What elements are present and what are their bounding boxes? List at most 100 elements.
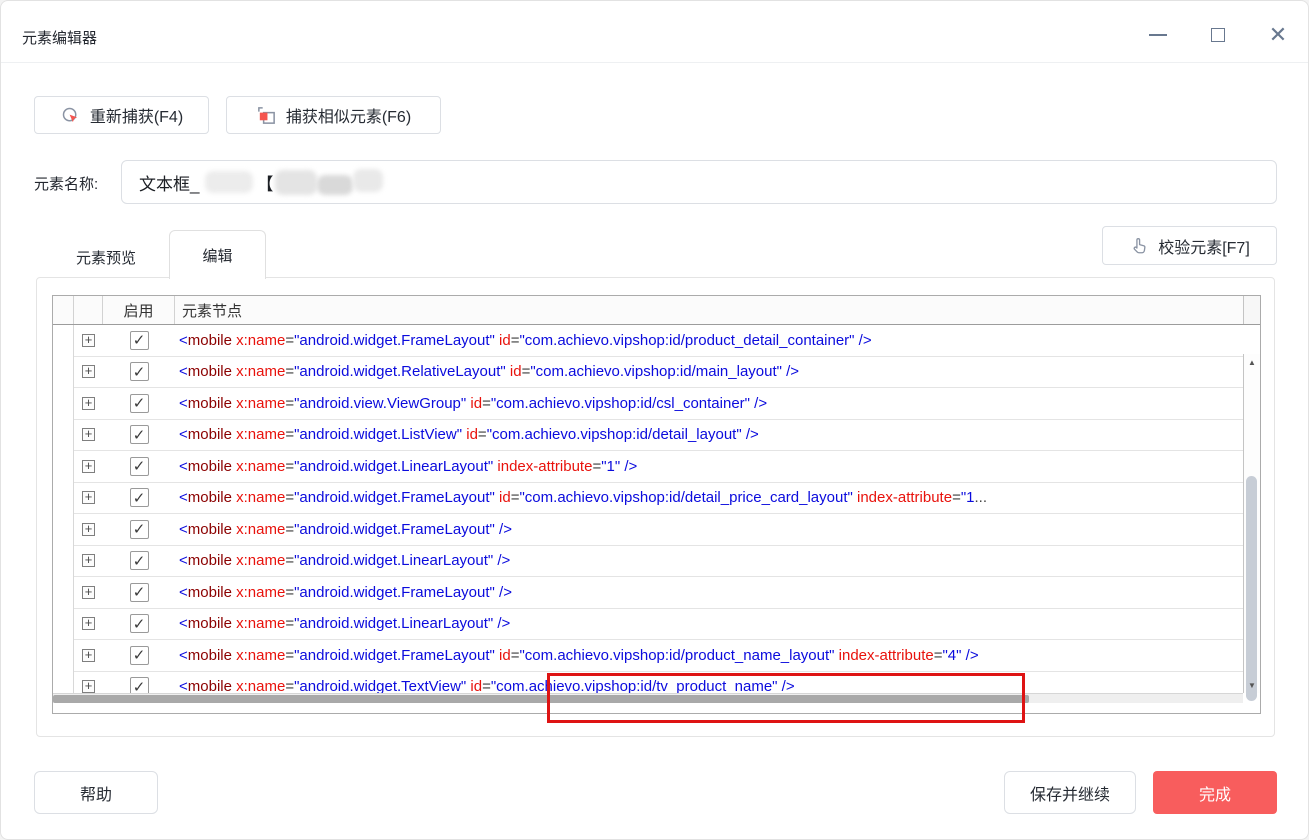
grid-body: + ✓ <mobile x:name="android.widget.FrameLa… — [53, 325, 1260, 703]
table-row[interactable]: + ✓ <mobile x:name="android.widget.FrameLa… — [74, 640, 1243, 672]
capture-similar-icon — [256, 105, 277, 126]
expand-icon[interactable]: + — [82, 585, 95, 599]
window-controls: ✕ — [1142, 19, 1294, 51]
maximize-icon — [1211, 28, 1225, 42]
titlebar: 元素编辑器 ✕ — [1, 1, 1308, 63]
element-name-bracket: 【 — [256, 174, 274, 194]
expand-cell: + — [74, 648, 103, 662]
redaction-blob — [317, 175, 354, 195]
finish-label: 完成 — [1198, 786, 1231, 804]
expand-cell: + — [74, 616, 103, 631]
row-enabled-checkbox[interactable]: ✓ — [129, 645, 149, 665]
expand-icon[interactable]: + — [82, 522, 95, 536]
expand-icon[interactable]: + — [82, 427, 95, 442]
row-enabled-checkbox[interactable]: ✓ — [129, 330, 149, 350]
expand-cell: + — [74, 333, 103, 347]
horizontal-scrollbar[interactable] — [53, 693, 1243, 703]
minimize-icon — [1149, 34, 1167, 36]
table-row[interactable]: + ✓ <mobile x:name="android.widget.LinearL… — [74, 609, 1243, 640]
expand-icon[interactable]: + — [82, 333, 95, 347]
row-enabled-checkbox[interactable]: ✓ — [129, 614, 149, 634]
element-node-text: <mobile x:name="android.widget.FrameLayo… — [179, 583, 512, 601]
enable-cell: ✓ — [103, 551, 175, 571]
element-node-text: <mobile x:name="android.widget.FrameLayo… — [179, 520, 512, 538]
row-enabled-checkbox[interactable]: ✓ — [129, 519, 149, 539]
expand-icon[interactable]: + — [82, 679, 95, 694]
expand-icon[interactable]: + — [82, 459, 95, 473]
expand-icon[interactable]: + — [82, 490, 95, 505]
grid-header-expand-col — [74, 296, 103, 324]
element-name-label: 元素名称: — [34, 176, 99, 193]
enable-cell: ✓ — [103, 582, 175, 602]
element-node-text: <mobile x:name="android.widget.LinearLay… — [179, 552, 511, 570]
redaction-blob — [205, 171, 254, 193]
hand-pointer-icon — [1129, 236, 1149, 256]
vertical-scrollbar[interactable]: ▲ ▼ — [1243, 354, 1260, 701]
scroll-down-icon[interactable]: ▼ — [1244, 681, 1260, 690]
row-enabled-checkbox[interactable]: ✓ — [129, 362, 149, 382]
expand-icon[interactable]: + — [82, 396, 95, 410]
tab-edit[interactable]: 编辑 — [169, 230, 266, 279]
element-node-grid: 启用 元素节点 + ✓ <mobile x:name="android.widget… — [52, 295, 1261, 714]
finish-button[interactable]: 完成 — [1153, 771, 1277, 814]
table-row[interactable]: + ✓ <mobile x:name="android.widget.LinearL… — [74, 451, 1243, 483]
verify-element-button[interactable]: 校验元素[F7] — [1102, 226, 1277, 265]
grid-header: 启用 元素节点 — [53, 296, 1260, 325]
expand-cell: + — [74, 679, 103, 694]
enable-cell: ✓ — [103, 393, 175, 413]
table-row[interactable]: + ✓ <mobile x:name="android.view.ViewGroup… — [74, 388, 1243, 420]
expand-cell: + — [74, 364, 103, 379]
minimize-button[interactable] — [1142, 19, 1174, 51]
element-name-input[interactable]: 文本框_ 【 — [121, 160, 1277, 204]
table-row[interactable]: + ✓ <mobile x:name="android.widget.ListVie… — [74, 420, 1243, 451]
tab-element-preview[interactable]: 元素预览 — [46, 237, 166, 277]
help-button[interactable]: 帮助 — [34, 771, 158, 814]
save-and-continue-button[interactable]: 保存并继续 — [1004, 771, 1136, 814]
table-row[interactable]: + ✓ <mobile x:name="android.widget.FrameLa… — [74, 514, 1243, 546]
row-enabled-checkbox[interactable]: ✓ — [129, 551, 149, 571]
enable-cell: ✓ — [103, 488, 175, 508]
tab-edit-label: 编辑 — [202, 247, 233, 265]
row-enabled-checkbox[interactable]: ✓ — [129, 425, 149, 445]
table-row[interactable]: + ✓ <mobile x:name="android.widget.Relativ… — [74, 357, 1243, 388]
expand-icon[interactable]: + — [82, 364, 95, 379]
expand-cell: + — [74, 490, 103, 505]
horizontal-scrollbar-thumb[interactable] — [53, 695, 1029, 703]
expand-icon[interactable]: + — [82, 553, 95, 568]
expand-cell: + — [74, 396, 103, 410]
grid-gutter-column — [53, 325, 74, 703]
element-node-text: <mobile x:name="android.widget.RelativeL… — [179, 363, 800, 381]
table-row[interactable]: + ✓ <mobile x:name="android.widget.FrameLa… — [74, 483, 1243, 514]
table-row[interactable]: + ✓ <mobile x:name="android.widget.FrameLa… — [74, 577, 1243, 609]
recapture-icon — [60, 105, 81, 126]
element-node-text: <mobile x:name="android.widget.ListView"… — [179, 426, 759, 444]
grid-header-node: 元素节点 — [182, 302, 243, 320]
row-enabled-checkbox[interactable]: ✓ — [129, 393, 149, 413]
grid-header-scroll-col — [1243, 296, 1260, 324]
close-icon: ✕ — [1268, 22, 1288, 47]
element-node-text: <mobile x:name="android.widget.FrameLayo… — [179, 489, 988, 507]
table-row[interactable]: + ✓ <mobile x:name="android.widget.FrameLa… — [74, 325, 1243, 357]
row-enabled-checkbox[interactable]: ✓ — [129, 582, 149, 602]
tab-element-preview-label: 元素预览 — [75, 249, 136, 267]
expand-cell: + — [74, 553, 103, 568]
expand-icon[interactable]: + — [82, 648, 95, 662]
edit-tab-panel: 启用 元素节点 + ✓ <mobile x:name="android.widget… — [36, 277, 1275, 737]
element-node-text: <mobile x:name="android.widget.FrameLayo… — [179, 331, 872, 349]
enable-cell: ✓ — [103, 425, 175, 445]
capture-similar-label: 捕获相似元素(F6) — [285, 109, 412, 126]
row-enabled-checkbox[interactable]: ✓ — [129, 488, 149, 508]
close-button[interactable]: ✕ — [1262, 19, 1294, 51]
scroll-up-icon[interactable]: ▲ — [1244, 358, 1260, 367]
enable-cell: ✓ — [103, 645, 175, 665]
element-node-text: <mobile x:name="android.view.ViewGroup" … — [179, 394, 768, 412]
vertical-scrollbar-thumb[interactable] — [1246, 476, 1257, 701]
capture-similar-button[interactable]: 捕获相似元素(F6) — [226, 96, 441, 134]
row-enabled-checkbox[interactable]: ✓ — [129, 456, 149, 476]
redaction-blob — [353, 168, 384, 192]
enable-cell: ✓ — [103, 519, 175, 539]
table-row[interactable]: + ✓ <mobile x:name="android.widget.LinearL… — [74, 546, 1243, 577]
recapture-button[interactable]: 重新捕获(F4) — [34, 96, 209, 134]
maximize-button[interactable] — [1202, 19, 1234, 51]
expand-icon[interactable]: + — [82, 616, 95, 631]
